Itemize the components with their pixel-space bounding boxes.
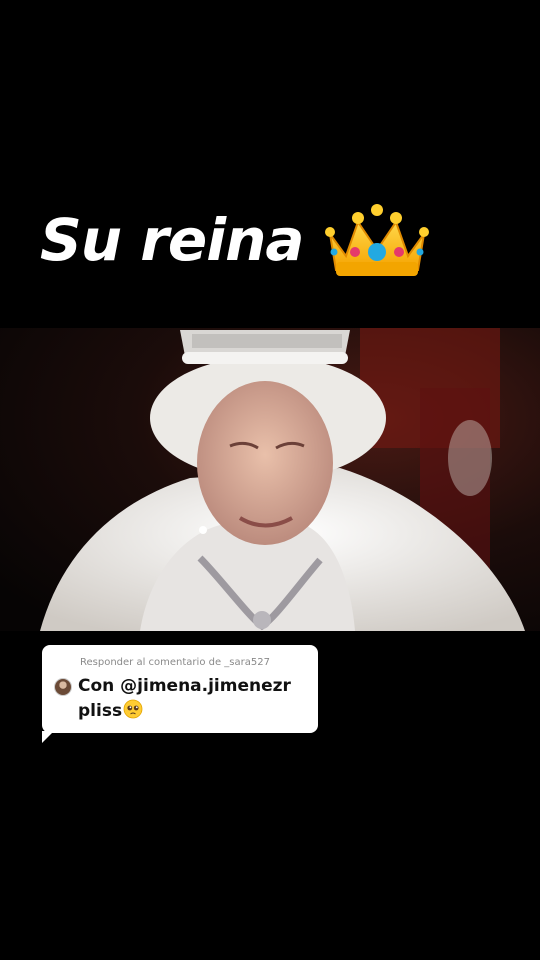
reply-header: Responder al comentario de _sara527 [80, 657, 270, 668]
reply-line-2: pliss [78, 701, 123, 721]
crown-icon [324, 204, 429, 276]
reply-comment-text: Con @jimena.jimenezr pliss [78, 674, 291, 724]
reply-line-1: Con @jimena.jimenezr [78, 676, 291, 696]
avatar [54, 678, 72, 696]
queen-photo-illustration [0, 328, 540, 631]
overlay-caption: Su reina [40, 200, 432, 280]
reply-to-comment-bubble[interactable]: Responder al comentario de _sara527 Con … [42, 645, 318, 743]
photo-elderly-queen [0, 328, 540, 631]
reply-body: Con @jimena.jimenezr pliss [54, 674, 306, 724]
pleading-face-icon [123, 699, 143, 719]
caption-text: Su reina [40, 206, 305, 274]
